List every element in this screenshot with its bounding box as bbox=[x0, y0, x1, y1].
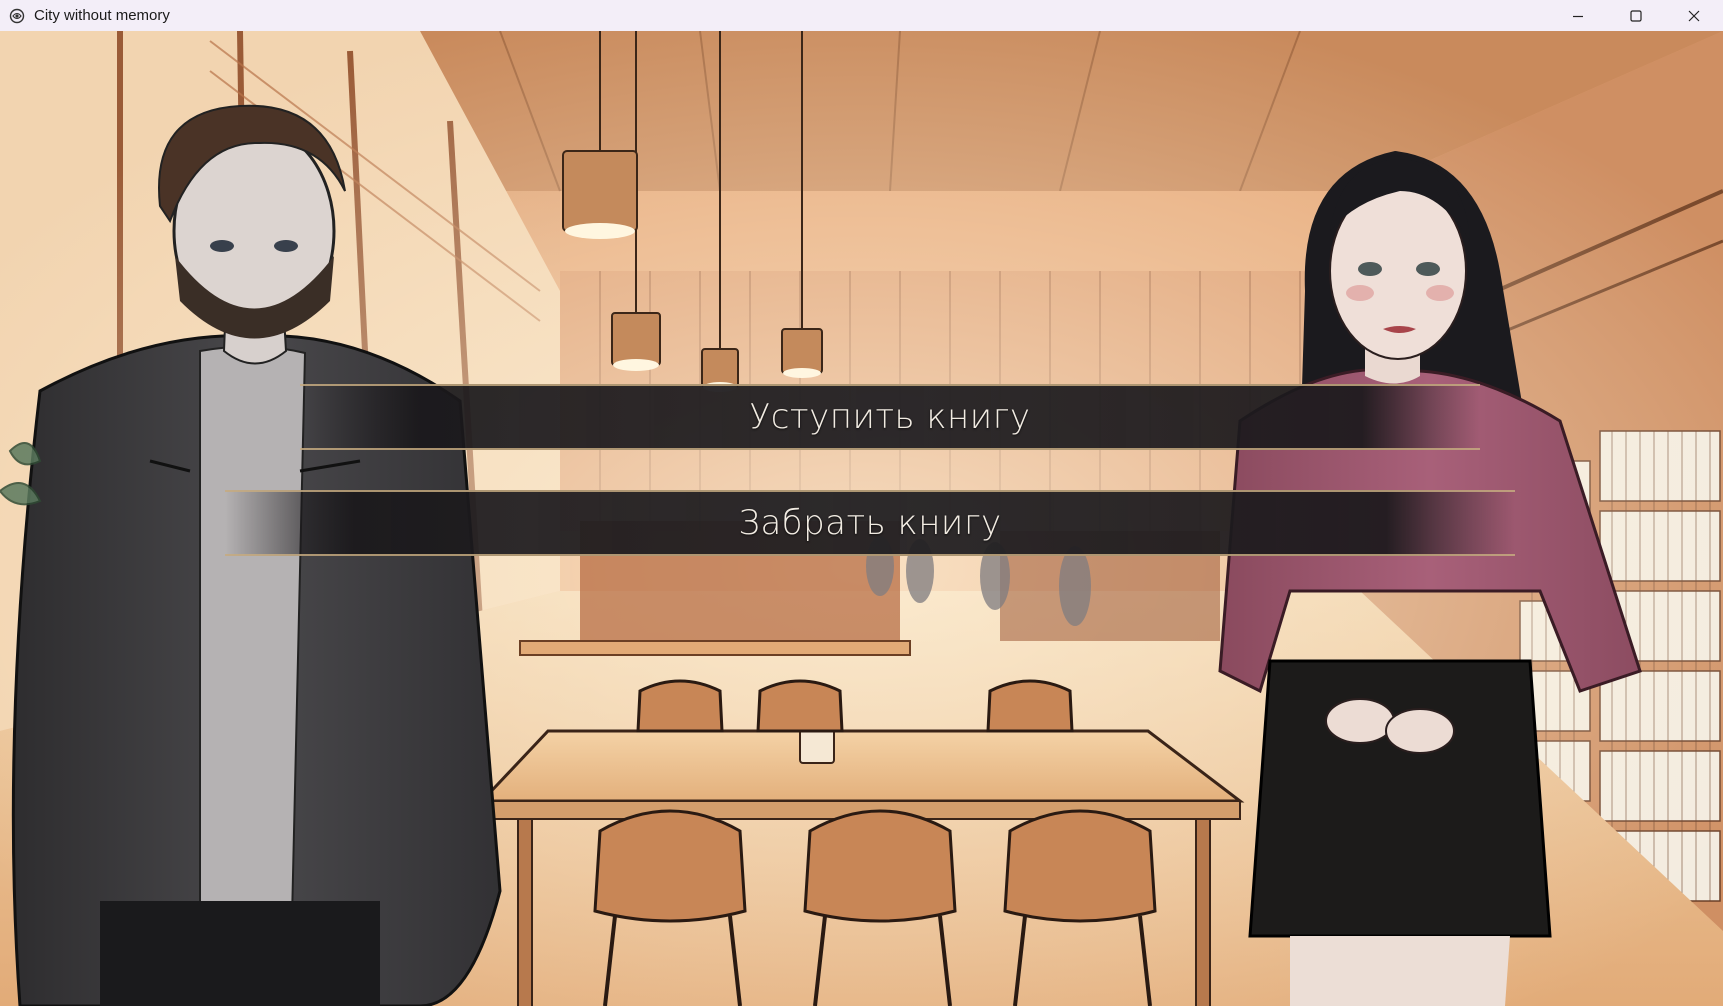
window-controls bbox=[1549, 0, 1723, 31]
maximize-button[interactable] bbox=[1607, 0, 1665, 31]
close-icon bbox=[1688, 10, 1700, 21]
choice-label: Уступить книгу bbox=[749, 397, 1031, 437]
minimize-button[interactable] bbox=[1549, 0, 1607, 31]
minimize-icon bbox=[1573, 15, 1583, 17]
choice-button-take-book[interactable]: Забрать книгу bbox=[225, 490, 1515, 556]
app-icon bbox=[9, 8, 25, 23]
window-title: City without memory bbox=[34, 7, 170, 24]
choice-label: Забрать книгу bbox=[738, 503, 1002, 543]
window-title-bar: City without memory bbox=[0, 0, 1723, 31]
close-button[interactable] bbox=[1665, 0, 1723, 31]
choice-button-give-book[interactable]: Уступить книгу bbox=[300, 384, 1480, 450]
game-viewport[interactable]: Уступить книгу Забрать книгу bbox=[0, 31, 1723, 1006]
maximize-icon bbox=[1630, 9, 1642, 22]
